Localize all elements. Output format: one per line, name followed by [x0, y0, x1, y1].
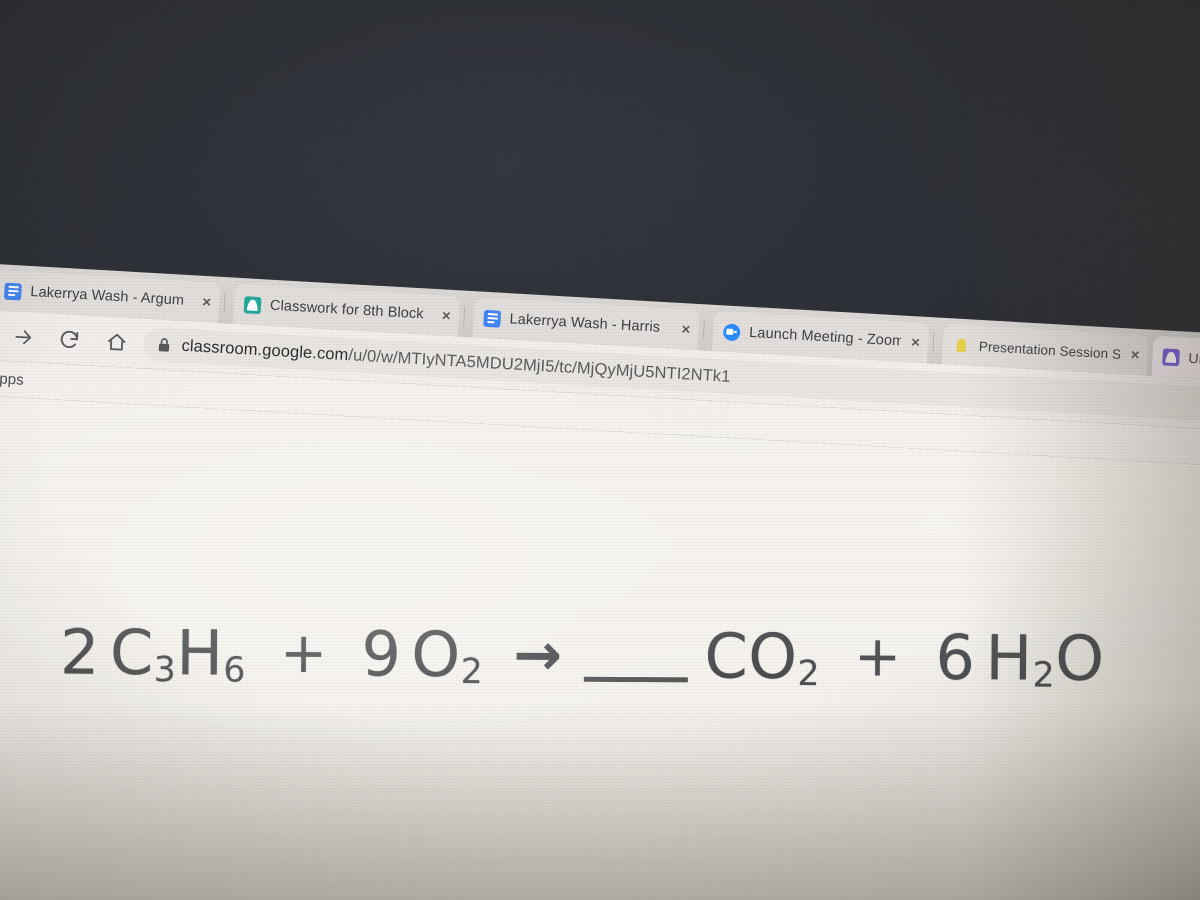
browser-window: Lakerrya Wash - Argum × Classwork for 8t…: [0, 262, 1200, 900]
reactant-term-1: 2 C3H6: [59, 615, 247, 691]
google-classroom-icon: [243, 295, 262, 314]
tab-title: Launch Meeting - Zoom: [748, 324, 902, 350]
tab-close-icon[interactable]: ×: [1130, 346, 1140, 363]
reactant-term-2: 9 O2: [361, 616, 484, 693]
google-classroom-icon: [1162, 347, 1181, 366]
tab-close-icon[interactable]: ×: [911, 334, 921, 351]
formula-h2o: H2O: [985, 620, 1105, 696]
formula-c3h6: C3H6: [109, 615, 247, 691]
bookmark-apps[interactable]: Apps: [0, 365, 32, 392]
tab-title: Lakerrya Wash - Harris: [509, 311, 661, 336]
google-docs-icon: [483, 309, 502, 328]
plus-operator-2: +: [853, 623, 902, 690]
product-term-2: 6 H2O: [935, 620, 1105, 696]
tab-divider: [932, 332, 935, 353]
tab-title: Unit 3: [1188, 349, 1200, 368]
coefficient-product-2: 6: [935, 620, 976, 694]
formula-co2: CO2: [704, 618, 821, 695]
reaction-arrow-icon: →: [513, 620, 563, 689]
forward-button[interactable]: [1, 315, 45, 359]
tab-divider: [702, 319, 705, 340]
lock-icon: [157, 337, 171, 353]
photo-of-screen: Lakerrya Wash - Argum × Classwork for 8t…: [0, 0, 1200, 900]
product-term-1: CO2: [584, 618, 821, 695]
coefficient-blank-answer[interactable]: [584, 676, 689, 682]
tab-divider: [463, 305, 466, 326]
url-path: /u/0/w/MTIyNTA5MDU2MjI5/tc/MjQyMjU5NTI2N…: [347, 345, 731, 386]
tab-close-icon[interactable]: ×: [202, 293, 212, 310]
tab-title: Lakerrya Wash - Argum: [29, 284, 185, 309]
coefficient-reactant-2: 9: [361, 616, 402, 691]
url-host: classroom.google.com: [181, 336, 349, 364]
zoom-camera-icon: [722, 322, 741, 341]
tab-title: Classwork for 8th Block: [269, 297, 425, 323]
tab-divider: [223, 292, 226, 313]
tab-close-icon[interactable]: ×: [441, 307, 451, 324]
bookmark-label: Apps: [0, 369, 25, 389]
plus-operator-1: +: [279, 620, 328, 686]
coefficient-reactant-1: 2: [59, 615, 101, 689]
tab-close-icon[interactable]: ×: [681, 321, 691, 338]
home-button[interactable]: [95, 320, 139, 364]
chemical-equation: 2 C3H6 + 9 O2 → CO2 + 6 H2O: [60, 597, 1191, 714]
google-docs-icon: [3, 282, 22, 301]
formula-o2: O2: [411, 617, 484, 693]
reload-button[interactable]: [47, 317, 91, 361]
tab-title: Presentation Session S: [978, 338, 1122, 362]
pear-deck-icon: [952, 336, 970, 354]
